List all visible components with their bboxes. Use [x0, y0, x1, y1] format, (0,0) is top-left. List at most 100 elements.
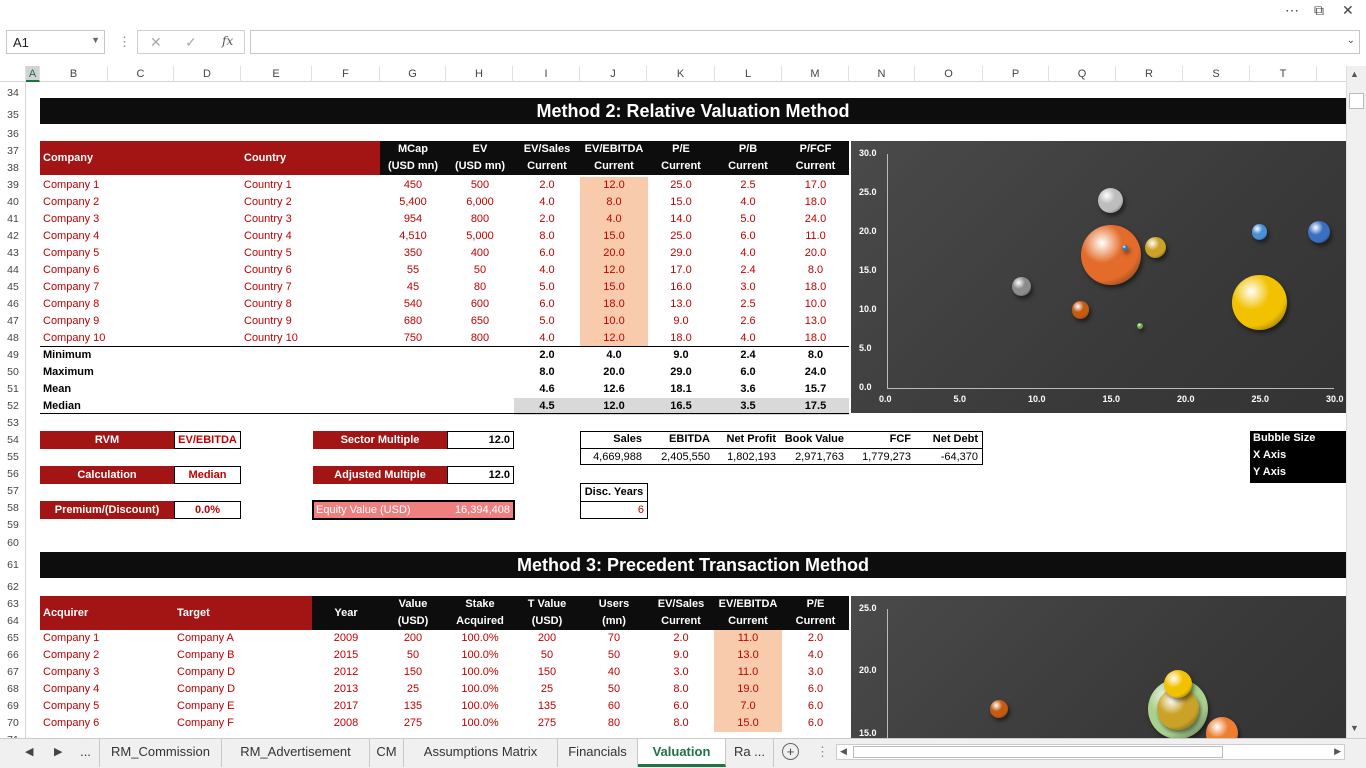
m3-cell[interactable]: 200 — [514, 630, 580, 647]
row-header-68[interactable]: 68 — [0, 681, 26, 698]
row-header-64[interactable]: 64 — [0, 613, 26, 630]
m2-cell[interactable]: 2.5 — [714, 177, 782, 194]
m3-cell[interactable]: 8.0 — [648, 681, 714, 698]
m2-cell[interactable]: 16.0 — [648, 279, 714, 296]
row-header-69[interactable]: 69 — [0, 698, 26, 715]
column-header-e[interactable]: E — [241, 66, 312, 82]
row-header-61[interactable]: 61 — [0, 552, 26, 579]
column-header-s[interactable]: S — [1183, 66, 1250, 82]
m3-cell[interactable]: 150 — [514, 664, 580, 681]
m2-cell[interactable]: 8.0 — [782, 262, 849, 279]
row-header-41[interactable]: 41 — [0, 211, 26, 228]
m3-cell[interactable]: 6.0 — [782, 698, 849, 715]
adjusted-value[interactable]: 12.0 — [447, 466, 514, 484]
m2-cell[interactable]: 9.0 — [648, 313, 714, 330]
restore-icon[interactable]: ⧉ — [1314, 2, 1324, 19]
enter-icon[interactable]: ✓ — [185, 34, 197, 51]
row-header-66[interactable]: 66 — [0, 647, 26, 664]
m2-cell[interactable]: 10.0 — [782, 296, 849, 313]
column-header-g[interactable]: G — [380, 66, 446, 82]
m2-cell[interactable]: 17.0 — [782, 177, 849, 194]
m2-cell[interactable]: 6,000 — [446, 194, 514, 211]
row-header-42[interactable]: 42 — [0, 228, 26, 245]
m2-cell[interactable]: 2.4 — [714, 262, 782, 279]
tab-rm-commission[interactable]: RM_Commission — [100, 739, 222, 767]
bubble-point[interactable] — [1080, 225, 1141, 286]
m2-cell[interactable]: 2.5 — [714, 296, 782, 313]
scroll-right-icon[interactable]: ▶ — [1334, 746, 1341, 757]
cancel-icon[interactable]: ✕ — [150, 34, 162, 51]
row-header-48[interactable]: 48 — [0, 330, 26, 347]
row-header-49[interactable]: 49 — [0, 347, 26, 364]
name-box[interactable]: A1 ▼ — [6, 30, 105, 54]
m2-cell[interactable]: 10.0 — [580, 313, 648, 330]
m3-cell[interactable]: 2012 — [312, 664, 380, 681]
bubble-point[interactable] — [1307, 220, 1331, 244]
m3-cell[interactable]: 2.0 — [782, 630, 849, 647]
column-header-j[interactable]: J — [580, 66, 647, 82]
m2-cell[interactable]: 8.0 — [514, 228, 580, 245]
column-header-a[interactable]: A — [26, 66, 40, 82]
m2-cell[interactable]: 3.0 — [714, 279, 782, 296]
row-header-67[interactable]: 67 — [0, 664, 26, 681]
row-header-54[interactable]: 54 — [0, 432, 26, 449]
m2-cell[interactable]: 4.0 — [514, 262, 580, 279]
row-header-62[interactable]: 62 — [0, 579, 26, 596]
m2-cell[interactable]: 20.0 — [782, 245, 849, 262]
row-header-55[interactable]: 55 — [0, 449, 26, 466]
hscroll-thumb[interactable] — [853, 746, 1223, 758]
m2-cell[interactable]: 20.0 — [580, 245, 648, 262]
m3-cell[interactable]: 2008 — [312, 715, 380, 732]
m3-cell[interactable]: 100.0% — [446, 630, 514, 647]
m2-cell[interactable]: 25.0 — [648, 177, 714, 194]
m2-cell[interactable]: 13.0 — [782, 313, 849, 330]
m2-cell[interactable]: 17.0 — [648, 262, 714, 279]
m2-cell[interactable]: 954 — [380, 211, 446, 228]
tab-assumptions-matrix[interactable]: Assumptions Matrix — [404, 739, 558, 767]
m2-cell[interactable]: 2.6 — [714, 313, 782, 330]
row-header-53[interactable]: 53 — [0, 415, 26, 432]
ellipsis-icon[interactable]: ⋯ — [1285, 2, 1299, 19]
tab-ra[interactable]: Ra ... — [726, 739, 774, 767]
row-header-60[interactable]: 60 — [0, 534, 26, 552]
column-header-m[interactable]: M — [782, 66, 849, 82]
m2-cell[interactable]: 14.0 — [648, 211, 714, 228]
row-header-40[interactable]: 40 — [0, 194, 26, 211]
m2-cell[interactable]: 4.0 — [580, 211, 648, 228]
row-header-37[interactable]: 37 — [0, 143, 26, 160]
scroll-up-icon[interactable]: ▲ — [1350, 69, 1359, 79]
m3-cell[interactable]: 3.0 — [648, 664, 714, 681]
column-header-i[interactable]: I — [513, 66, 580, 82]
m3-cell[interactable]: 100.0% — [446, 664, 514, 681]
m2-cell[interactable]: 12.0 — [580, 330, 648, 347]
m3-cell[interactable]: 2.0 — [648, 630, 714, 647]
row-header-38[interactable]: 38 — [0, 160, 26, 177]
row-header-52[interactable]: 52 — [0, 398, 26, 415]
tab-rm-advertisement[interactable]: RM_Advertisement — [222, 739, 370, 767]
m2-cell[interactable]: 800 — [446, 330, 514, 347]
vertical-scrollbar[interactable]: ▲ ▼ — [1346, 66, 1366, 738]
m2-cell[interactable]: 750 — [380, 330, 446, 347]
row-header-39[interactable]: 39 — [0, 177, 26, 194]
row-header-56[interactable]: 56 — [0, 466, 26, 483]
m3-cell[interactable]: 11.0 — [714, 664, 782, 681]
column-header-b[interactable]: B — [40, 66, 108, 82]
m2-cell[interactable]: 5.0 — [514, 313, 580, 330]
m2-cell[interactable]: 450 — [380, 177, 446, 194]
m3-cell[interactable]: 19.0 — [714, 681, 782, 698]
column-header-l[interactable]: L — [715, 66, 782, 82]
m3-cell[interactable]: 60 — [580, 698, 648, 715]
m3-cell[interactable]: 11.0 — [714, 630, 782, 647]
column-header-k[interactable]: K — [647, 66, 715, 82]
m2-cell[interactable]: 6.0 — [714, 228, 782, 245]
row-header-65[interactable]: 65 — [0, 630, 26, 647]
formula-input[interactable]: ⌄ — [250, 30, 1360, 54]
column-header-o[interactable]: O — [915, 66, 983, 82]
scroll-thumb[interactable] — [1349, 93, 1364, 109]
m3-cell[interactable]: 50 — [514, 647, 580, 664]
m2-cell[interactable]: 5.0 — [514, 279, 580, 296]
m3-cell[interactable]: 7.0 — [714, 698, 782, 715]
m2-cell[interactable]: 4.0 — [714, 245, 782, 262]
m2-cell[interactable]: 4.0 — [714, 330, 782, 347]
tab-valuation[interactable]: Valuation — [638, 739, 726, 767]
